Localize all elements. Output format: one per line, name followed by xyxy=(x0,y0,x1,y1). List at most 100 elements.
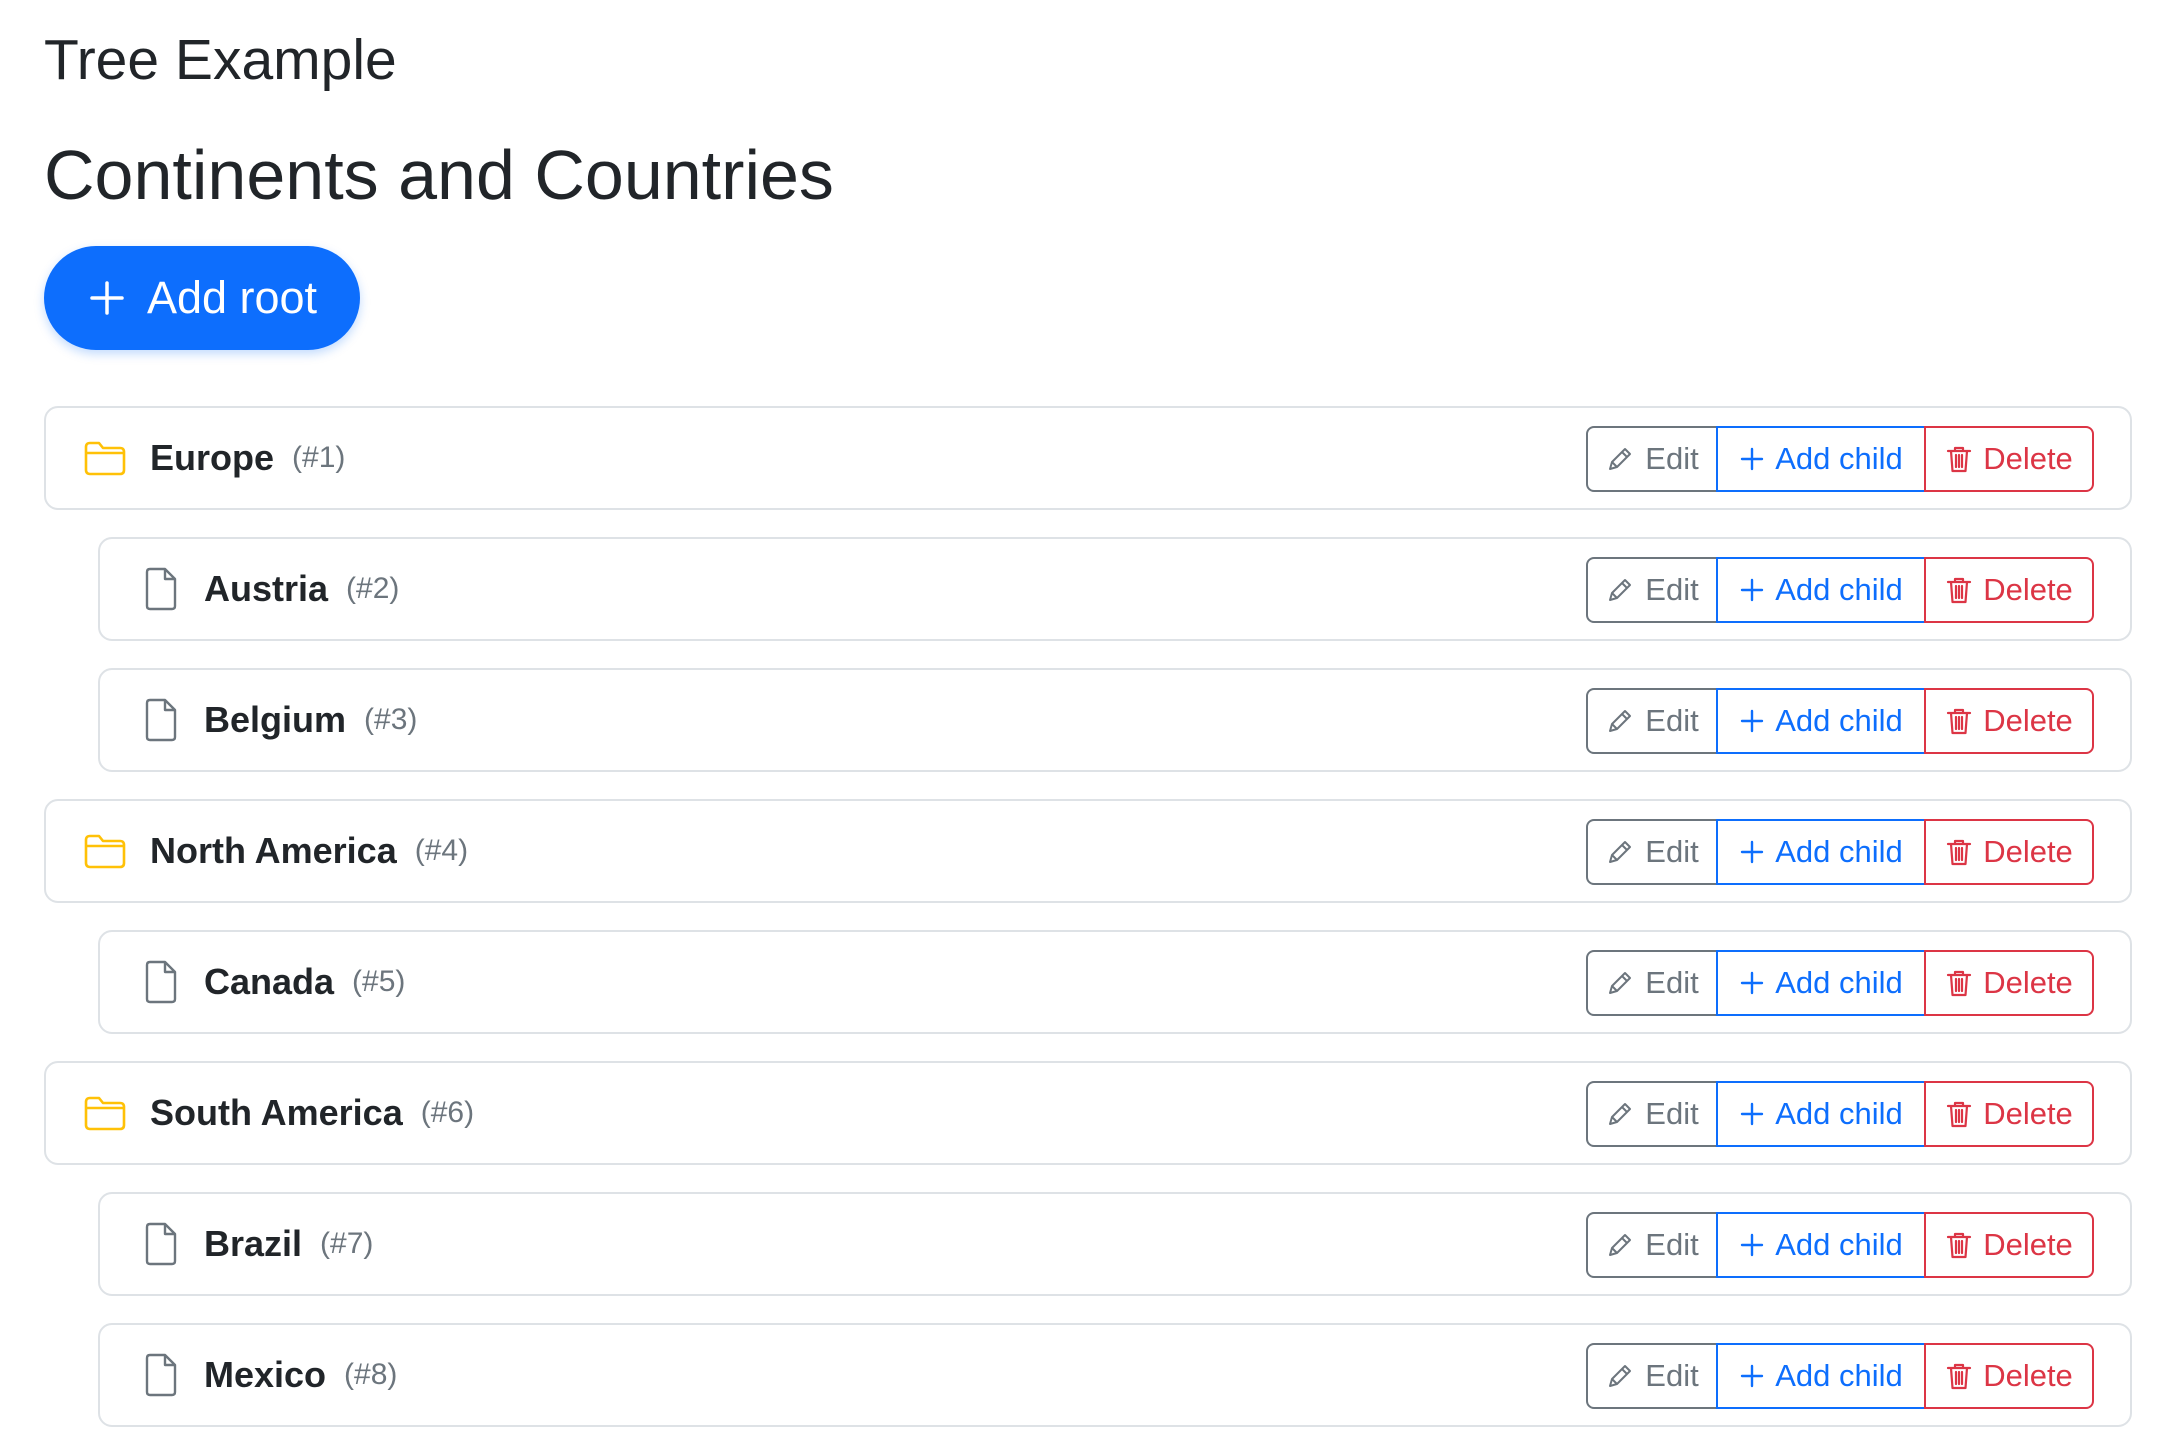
add-child-button[interactable]: Add child xyxy=(1716,426,1926,492)
plus-icon xyxy=(1739,839,1765,865)
edit-button[interactable]: Edit xyxy=(1586,426,1718,492)
edit-label: Edit xyxy=(1645,703,1699,738)
edit-button[interactable]: Edit xyxy=(1586,1081,1718,1147)
folder-icon xyxy=(82,1090,128,1136)
node-id: (#3) xyxy=(364,703,418,736)
delete-button[interactable]: Delete xyxy=(1924,1212,2094,1278)
node-actions: Edit Add child Delete xyxy=(1586,1212,2094,1278)
folder-icon xyxy=(82,435,128,481)
add-child-label: Add child xyxy=(1775,703,1903,738)
pencil-icon xyxy=(1605,575,1635,605)
node-id: (#2) xyxy=(346,572,400,605)
tree-node-europe: Europe (#1) Edit Add child Delete xyxy=(44,406,2132,510)
edit-button[interactable]: Edit xyxy=(1586,819,1718,885)
tree-node-north-america: North America (#4) Edit Add child Delete xyxy=(44,799,2132,903)
trash-icon xyxy=(1945,968,1973,998)
edit-button[interactable]: Edit xyxy=(1586,950,1718,1016)
delete-label: Delete xyxy=(1983,1358,2073,1393)
pencil-icon xyxy=(1605,1230,1635,1260)
edit-label: Edit xyxy=(1645,572,1699,607)
edit-label: Edit xyxy=(1645,441,1699,476)
pencil-icon xyxy=(1605,1099,1635,1129)
plus-icon xyxy=(1739,446,1765,472)
tree-node-canada: Canada (#5) Edit Add child Delete xyxy=(98,930,2132,1034)
trash-icon xyxy=(1945,444,1973,474)
tree-node-mexico: Mexico (#8) Edit Add child Delete xyxy=(98,1323,2132,1427)
trash-icon xyxy=(1945,837,1973,867)
edit-label: Edit xyxy=(1645,834,1699,869)
node-actions: Edit Add child Delete xyxy=(1586,688,2094,754)
delete-button[interactable]: Delete xyxy=(1924,557,2094,623)
plus-icon xyxy=(1739,1363,1765,1389)
tree-node-brazil: Brazil (#7) Edit Add child Delete xyxy=(98,1192,2132,1296)
trash-icon xyxy=(1945,1361,1973,1391)
edit-label: Edit xyxy=(1645,1227,1699,1262)
delete-button[interactable]: Delete xyxy=(1924,688,2094,754)
pencil-icon xyxy=(1605,706,1635,736)
edit-button[interactable]: Edit xyxy=(1586,557,1718,623)
add-child-label: Add child xyxy=(1775,1096,1903,1131)
node-name: Brazil xyxy=(204,1223,303,1264)
trash-icon xyxy=(1945,1230,1973,1260)
node-id: (#5) xyxy=(352,965,406,998)
node-id: (#1) xyxy=(292,441,346,474)
pencil-icon xyxy=(1605,444,1635,474)
delete-label: Delete xyxy=(1983,1227,2073,1262)
add-child-button[interactable]: Add child xyxy=(1716,950,1926,1016)
edit-label: Edit xyxy=(1645,1358,1699,1393)
add-child-label: Add child xyxy=(1775,1227,1903,1262)
add-child-button[interactable]: Add child xyxy=(1716,557,1926,623)
add-child-label: Add child xyxy=(1775,834,1903,869)
trash-icon xyxy=(1945,706,1973,736)
add-child-button[interactable]: Add child xyxy=(1716,1343,1926,1409)
node-actions: Edit Add child Delete xyxy=(1586,1343,2094,1409)
node-name: North America xyxy=(150,830,397,871)
delete-label: Delete xyxy=(1983,1096,2073,1131)
add-child-button[interactable]: Add child xyxy=(1716,1081,1926,1147)
add-child-label: Add child xyxy=(1775,965,1903,1000)
node-actions: Edit Add child Delete xyxy=(1586,819,2094,885)
node-actions: Edit Add child Delete xyxy=(1586,557,2094,623)
node-id: (#8) xyxy=(344,1358,398,1391)
node-id: (#4) xyxy=(414,834,469,867)
node-name: Canada xyxy=(204,961,335,1002)
trash-icon xyxy=(1945,575,1973,605)
tree-node-south-america: South America (#6) Edit Add child Delete xyxy=(44,1061,2132,1165)
edit-button[interactable]: Edit xyxy=(1586,688,1718,754)
node-name: Europe xyxy=(150,437,275,478)
delete-button[interactable]: Delete xyxy=(1924,1343,2094,1409)
edit-button[interactable]: Edit xyxy=(1586,1212,1718,1278)
node-actions: Edit Add child Delete xyxy=(1586,1081,2094,1147)
delete-label: Delete xyxy=(1983,834,2073,869)
node-actions: Edit Add child Delete xyxy=(1586,426,2094,492)
node-name: South America xyxy=(150,1092,403,1133)
file-icon xyxy=(138,566,184,612)
delete-button[interactable]: Delete xyxy=(1924,426,2094,492)
add-child-label: Add child xyxy=(1775,1358,1903,1393)
add-root-label: Add root xyxy=(146,272,318,323)
delete-button[interactable]: Delete xyxy=(1924,1081,2094,1147)
plus-icon xyxy=(1739,1232,1765,1258)
delete-label: Delete xyxy=(1983,703,2073,738)
add-root-button[interactable]: Add root xyxy=(44,246,360,350)
add-child-label: Add child xyxy=(1775,441,1903,476)
plus-icon xyxy=(1739,1101,1765,1127)
file-icon xyxy=(138,1352,184,1398)
add-child-button[interactable]: Add child xyxy=(1716,688,1926,754)
plus-icon xyxy=(1739,970,1765,996)
plus-icon xyxy=(1739,577,1765,603)
trash-icon xyxy=(1945,1099,1973,1129)
tree-node-austria: Austria (#2) Edit Add child Delete xyxy=(98,537,2132,641)
node-name: Austria xyxy=(204,568,329,609)
delete-button[interactable]: Delete xyxy=(1924,819,2094,885)
file-icon xyxy=(138,959,184,1005)
delete-button[interactable]: Delete xyxy=(1924,950,2094,1016)
node-actions: Edit Add child Delete xyxy=(1586,950,2094,1016)
plus-icon xyxy=(87,278,127,318)
node-name: Mexico xyxy=(204,1354,327,1395)
add-child-button[interactable]: Add child xyxy=(1716,1212,1926,1278)
node-id: (#7) xyxy=(320,1227,374,1260)
delete-label: Delete xyxy=(1983,965,2073,1000)
edit-button[interactable]: Edit xyxy=(1586,1343,1718,1409)
add-child-button[interactable]: Add child xyxy=(1716,819,1926,885)
